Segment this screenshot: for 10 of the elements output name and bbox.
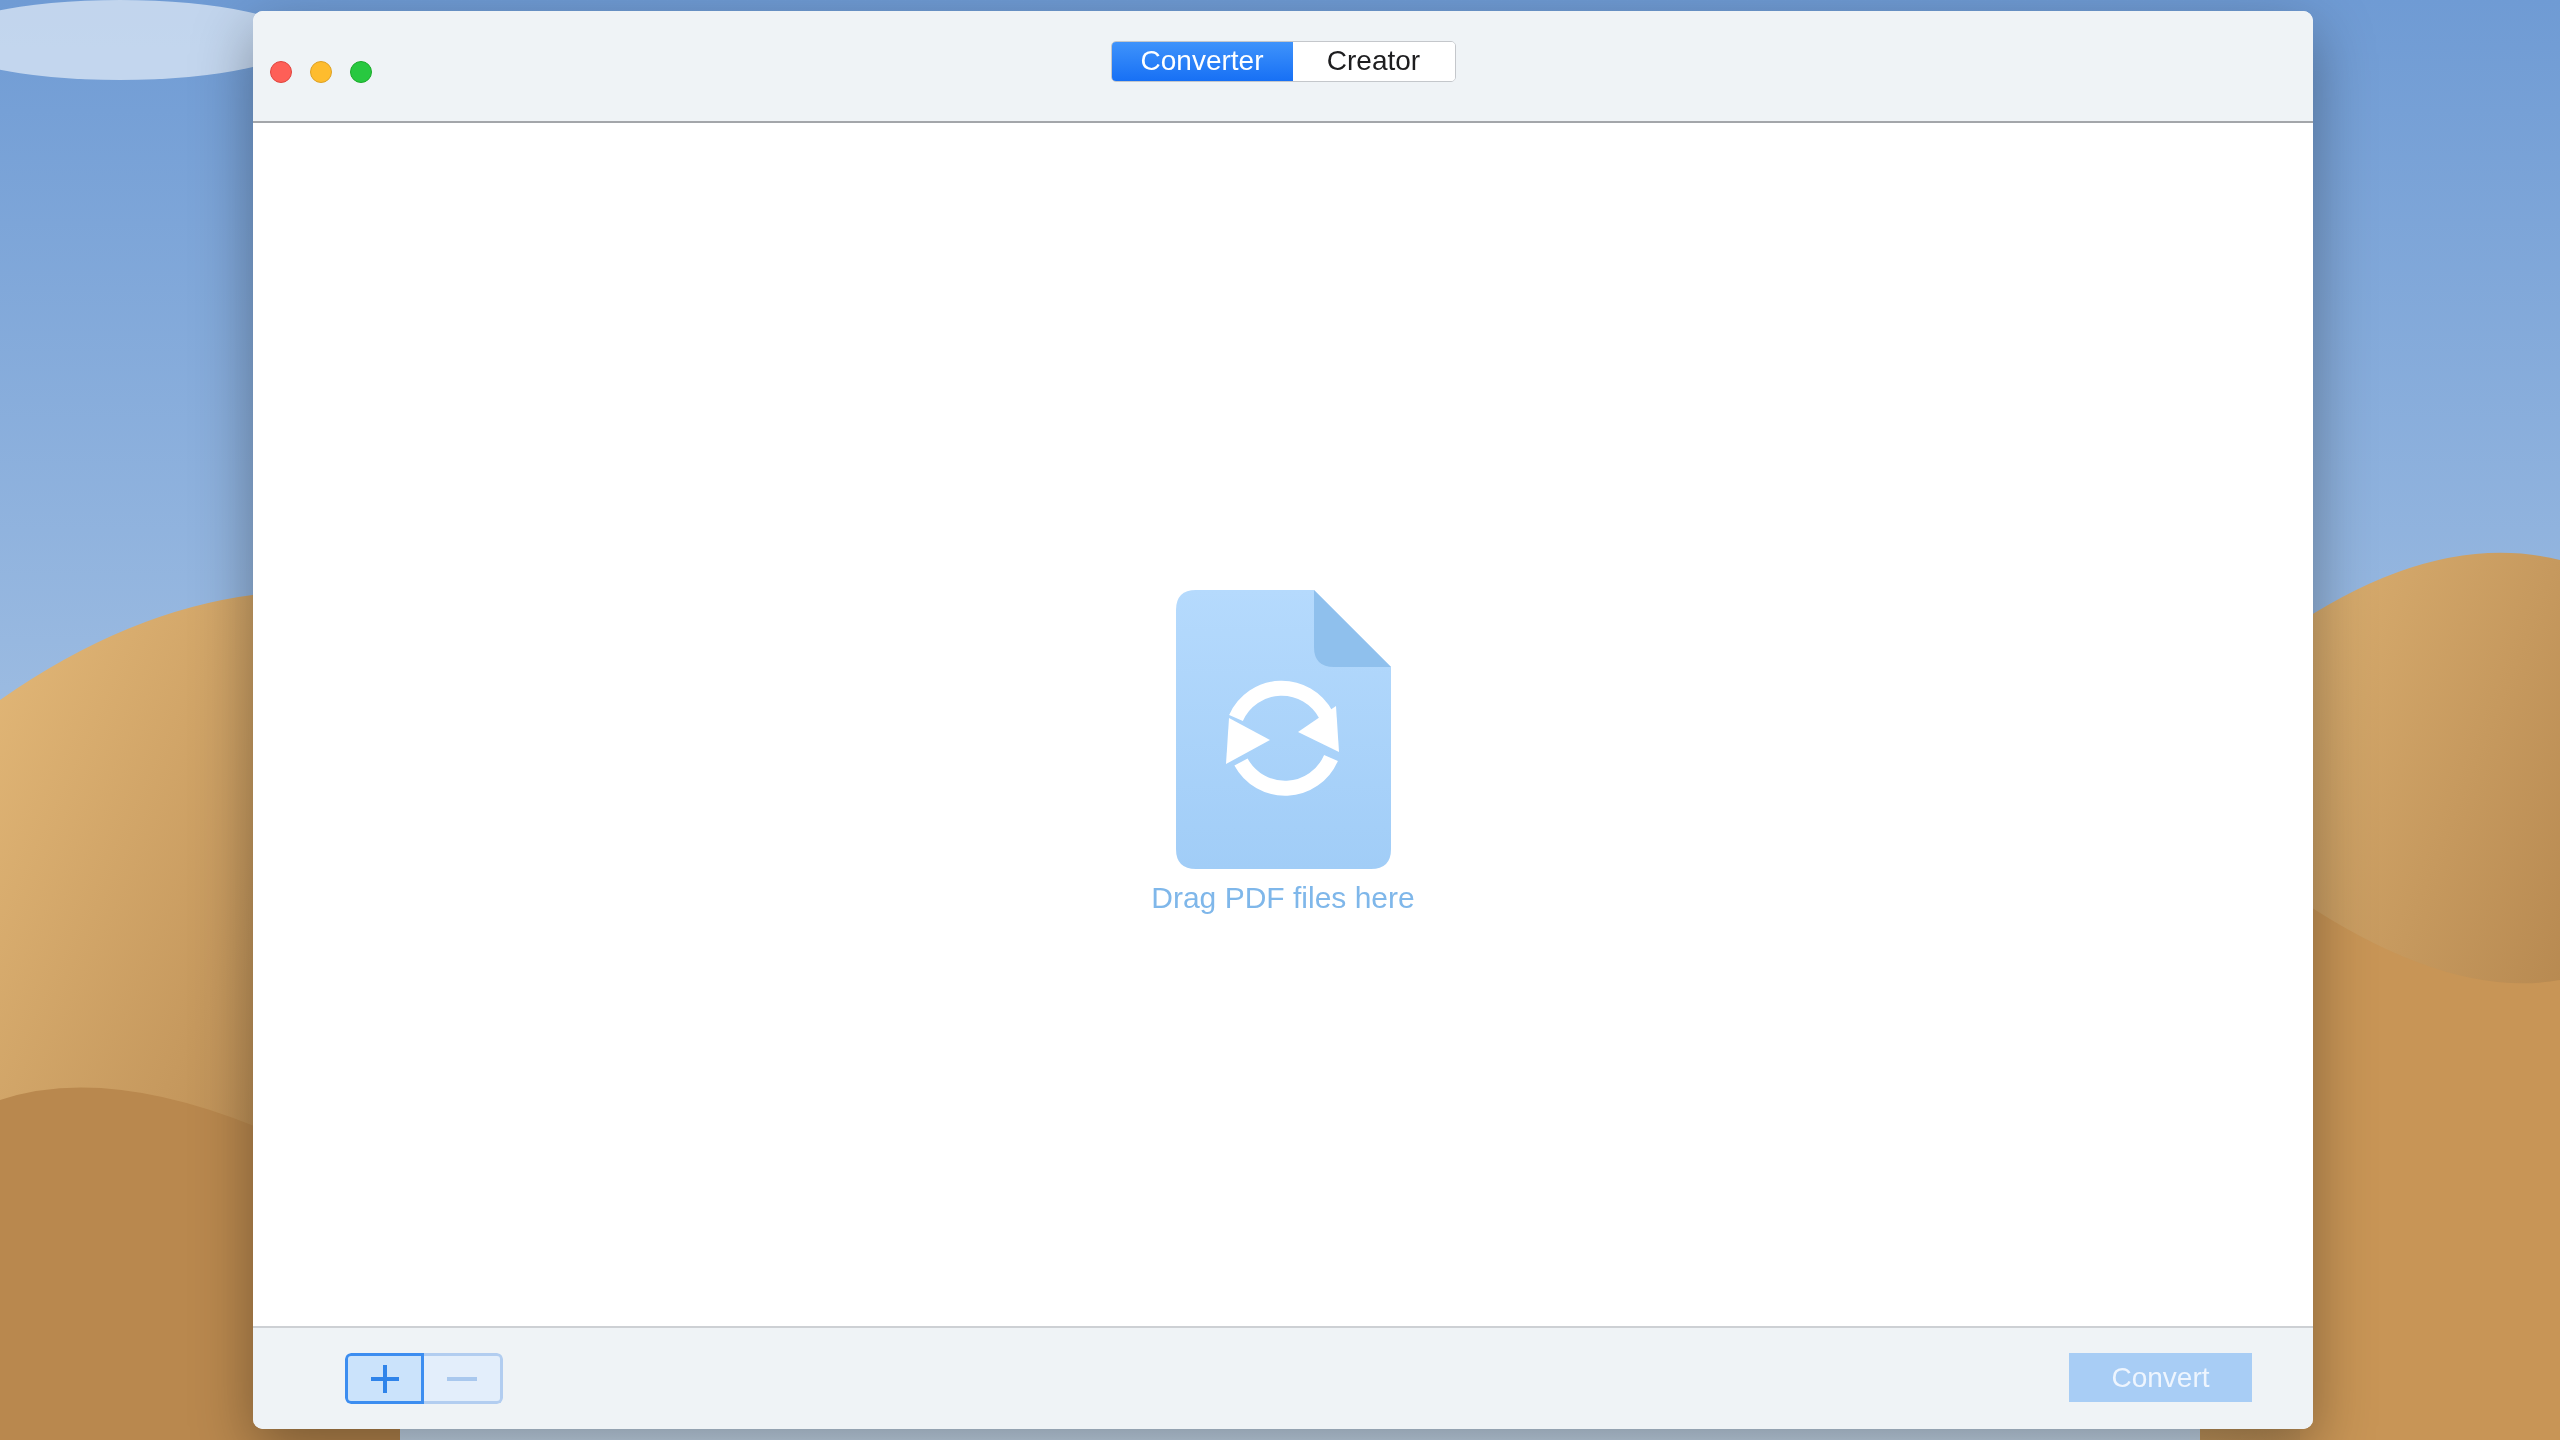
plus-icon (369, 1363, 400, 1394)
add-button[interactable] (345, 1353, 424, 1404)
window-minimize-button[interactable] (310, 61, 332, 83)
mode-tab[interactable]: Converter (1111, 41, 1293, 81)
window-close-button[interactable] (270, 61, 292, 83)
drop-hint: Drag PDF files here (1151, 881, 1415, 915)
mode-tab[interactable]: Creator (1292, 41, 1455, 81)
window-zoom-button[interactable] (350, 61, 372, 83)
minus-icon (447, 1376, 477, 1381)
file-sync-icon (1175, 590, 1391, 869)
